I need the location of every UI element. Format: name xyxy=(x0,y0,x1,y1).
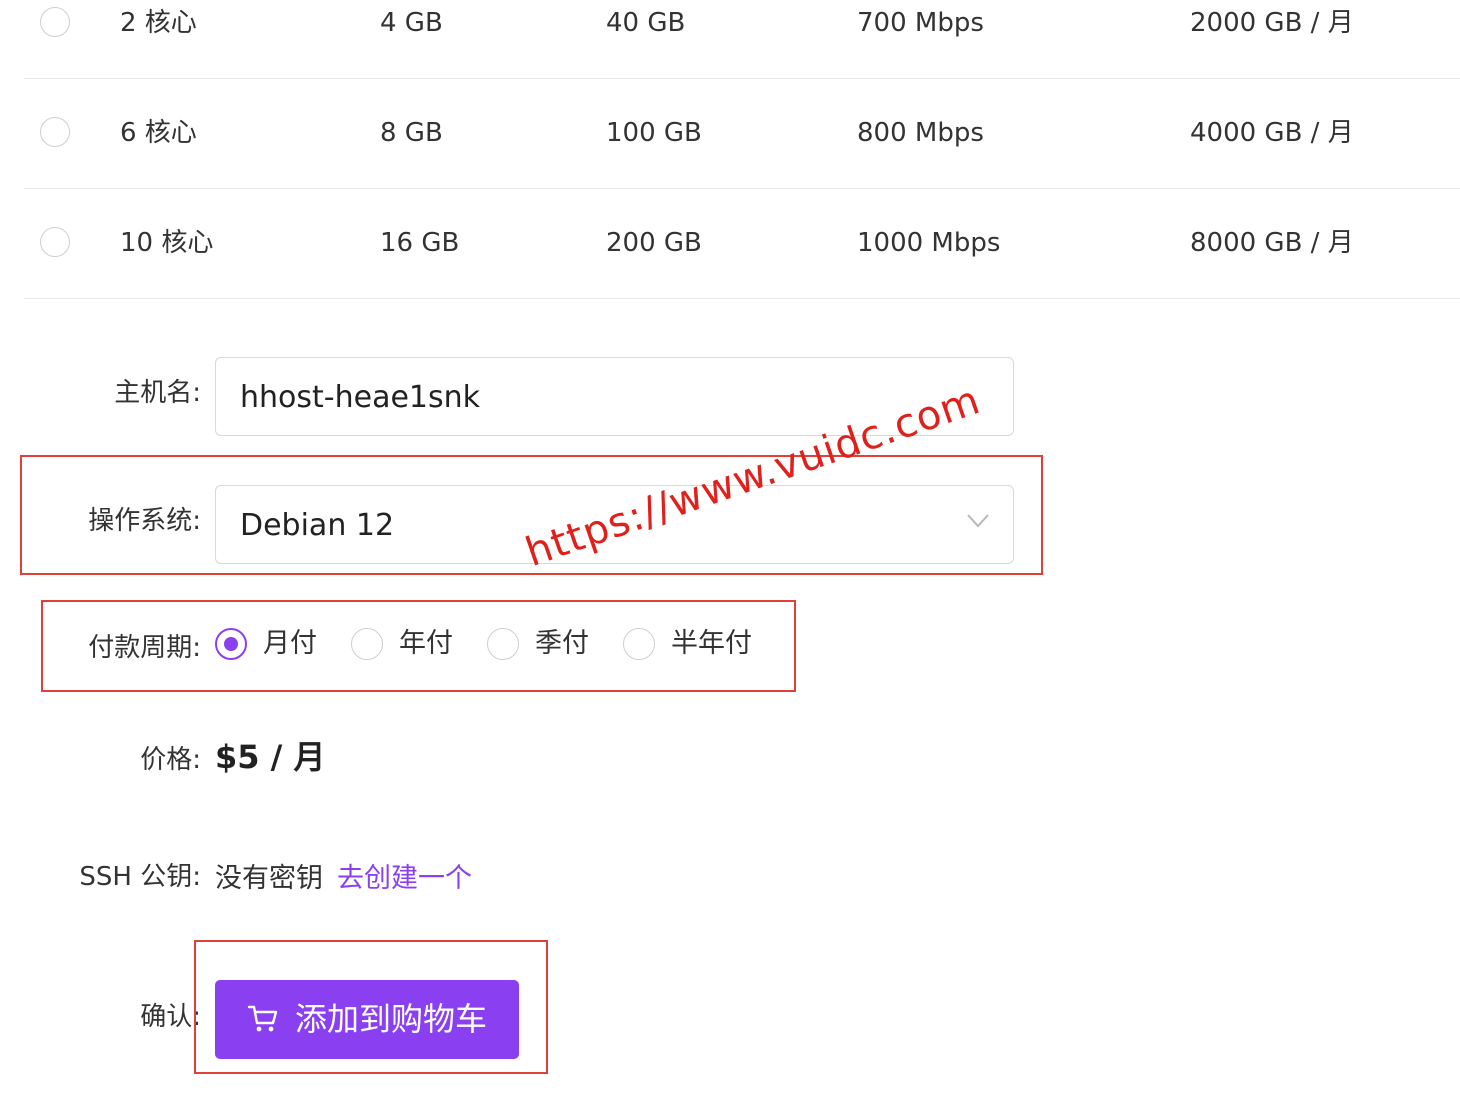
plan-row[interactable]: 6 核心 8 GB 100 GB 800 Mbps 4000 GB / 月 xyxy=(24,78,1460,189)
os-label: 操作系统: xyxy=(88,506,201,536)
radio-unchecked[interactable] xyxy=(623,628,655,660)
plan-disk: 200 GB xyxy=(606,228,702,258)
os-selected-value: Debian 12 xyxy=(240,508,395,543)
billing-label: 付款周期: xyxy=(88,633,201,663)
price-label: 价格: xyxy=(140,745,201,775)
plan-cpu: 10 核心 xyxy=(120,228,214,258)
add-to-cart-button[interactable]: 添加到购物车 xyxy=(215,980,519,1059)
billing-option-label: 月付 xyxy=(263,628,317,659)
plan-row[interactable]: 2 核心 4 GB 40 GB 700 Mbps 2000 GB / 月 xyxy=(24,0,1460,79)
plan-row[interactable]: 10 核心 16 GB 200 GB 1000 Mbps 8000 GB / 月 xyxy=(24,188,1460,299)
plan-radio[interactable] xyxy=(40,7,70,37)
billing-option-label: 季付 xyxy=(535,628,589,659)
cart-icon xyxy=(247,1005,278,1032)
plan-memory: 8 GB xyxy=(380,118,443,148)
radio-unchecked[interactable] xyxy=(487,628,519,660)
plan-bandwidth: 800 Mbps xyxy=(857,118,984,148)
plan-radio[interactable] xyxy=(40,227,70,257)
plan-cpu: 2 核心 xyxy=(120,8,197,38)
plan-memory: 4 GB xyxy=(380,8,443,38)
plan-cpu: 6 核心 xyxy=(120,118,197,148)
add-to-cart-label: 添加到购物车 xyxy=(295,1000,488,1038)
plan-memory: 16 GB xyxy=(380,228,460,258)
chevron-down-icon xyxy=(967,514,989,528)
plan-traffic: 4000 GB / 月 xyxy=(1190,118,1354,148)
hostname-value: hhost-heae1snk xyxy=(240,380,481,415)
plan-bandwidth: 1000 Mbps xyxy=(857,228,1001,258)
radio-checked[interactable] xyxy=(215,628,247,660)
plan-radio[interactable] xyxy=(40,117,70,147)
radio-unchecked[interactable] xyxy=(351,628,383,660)
plan-disk: 40 GB xyxy=(606,8,686,38)
plan-traffic: 8000 GB / 月 xyxy=(1190,228,1354,258)
ssh-label: SSH 公钥: xyxy=(79,862,201,892)
create-ssh-key-link[interactable]: 去创建一个 xyxy=(337,856,472,895)
hostname-label: 主机名: xyxy=(114,378,201,408)
ssh-none-text: 没有密钥 xyxy=(215,863,323,894)
billing-option-label: 半年付 xyxy=(671,628,752,659)
plan-disk: 100 GB xyxy=(606,118,702,148)
billing-option-label: 年付 xyxy=(399,628,453,659)
confirm-label: 确认: xyxy=(140,1002,201,1032)
plan-bandwidth: 700 Mbps xyxy=(857,8,984,38)
price-value: $5 / 月 xyxy=(215,738,326,776)
plan-traffic: 2000 GB / 月 xyxy=(1190,8,1354,38)
